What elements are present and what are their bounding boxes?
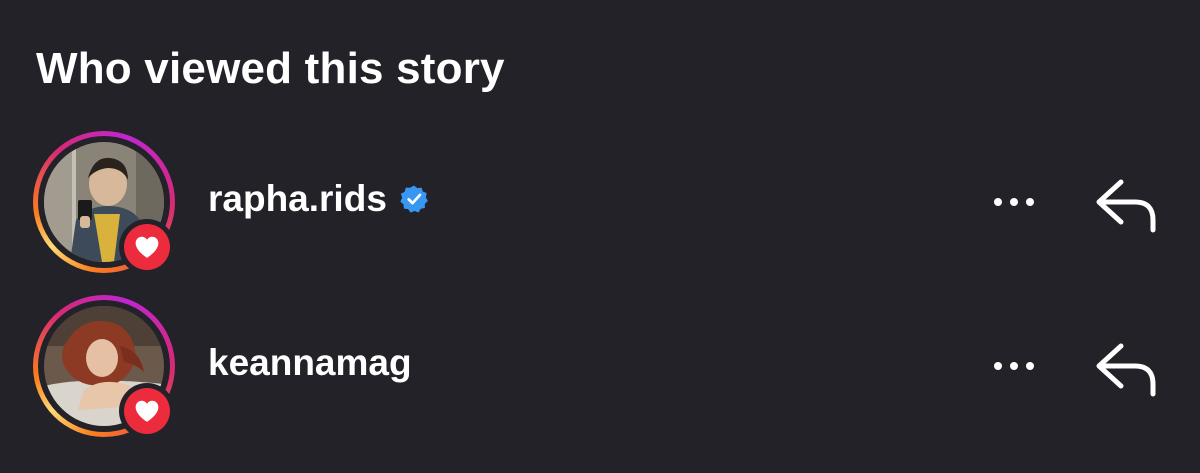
avatar[interactable] (33, 131, 175, 275)
viewer-username[interactable]: rapha.rids (208, 176, 387, 222)
more-dots-icon (994, 198, 1034, 206)
heart-icon (135, 236, 159, 258)
story-viewers-screen: Who viewed this story rapha.rids keannam… (0, 0, 1200, 473)
more-options-button[interactable] (984, 346, 1044, 386)
viewer-username[interactable]: keannamag (208, 340, 412, 386)
viewer-username-row[interactable]: rapha.rids (208, 176, 429, 222)
viewer-username-row[interactable]: keannamag (208, 340, 412, 386)
avatar[interactable] (33, 295, 175, 439)
reply-button[interactable] (1086, 170, 1166, 240)
reply-arrow-icon (1096, 343, 1156, 397)
like-badge (119, 219, 175, 275)
like-badge (119, 383, 175, 439)
reply-arrow-icon (1096, 179, 1156, 233)
viewer-row[interactable]: keannamag (0, 290, 1200, 440)
viewer-row[interactable]: rapha.rids (0, 126, 1200, 276)
heart-icon (135, 400, 159, 422)
verified-badge-icon (400, 185, 428, 213)
more-dots-icon (994, 362, 1034, 370)
more-options-button[interactable] (984, 182, 1044, 222)
page-title: Who viewed this story (36, 44, 505, 93)
reply-button[interactable] (1086, 334, 1166, 404)
